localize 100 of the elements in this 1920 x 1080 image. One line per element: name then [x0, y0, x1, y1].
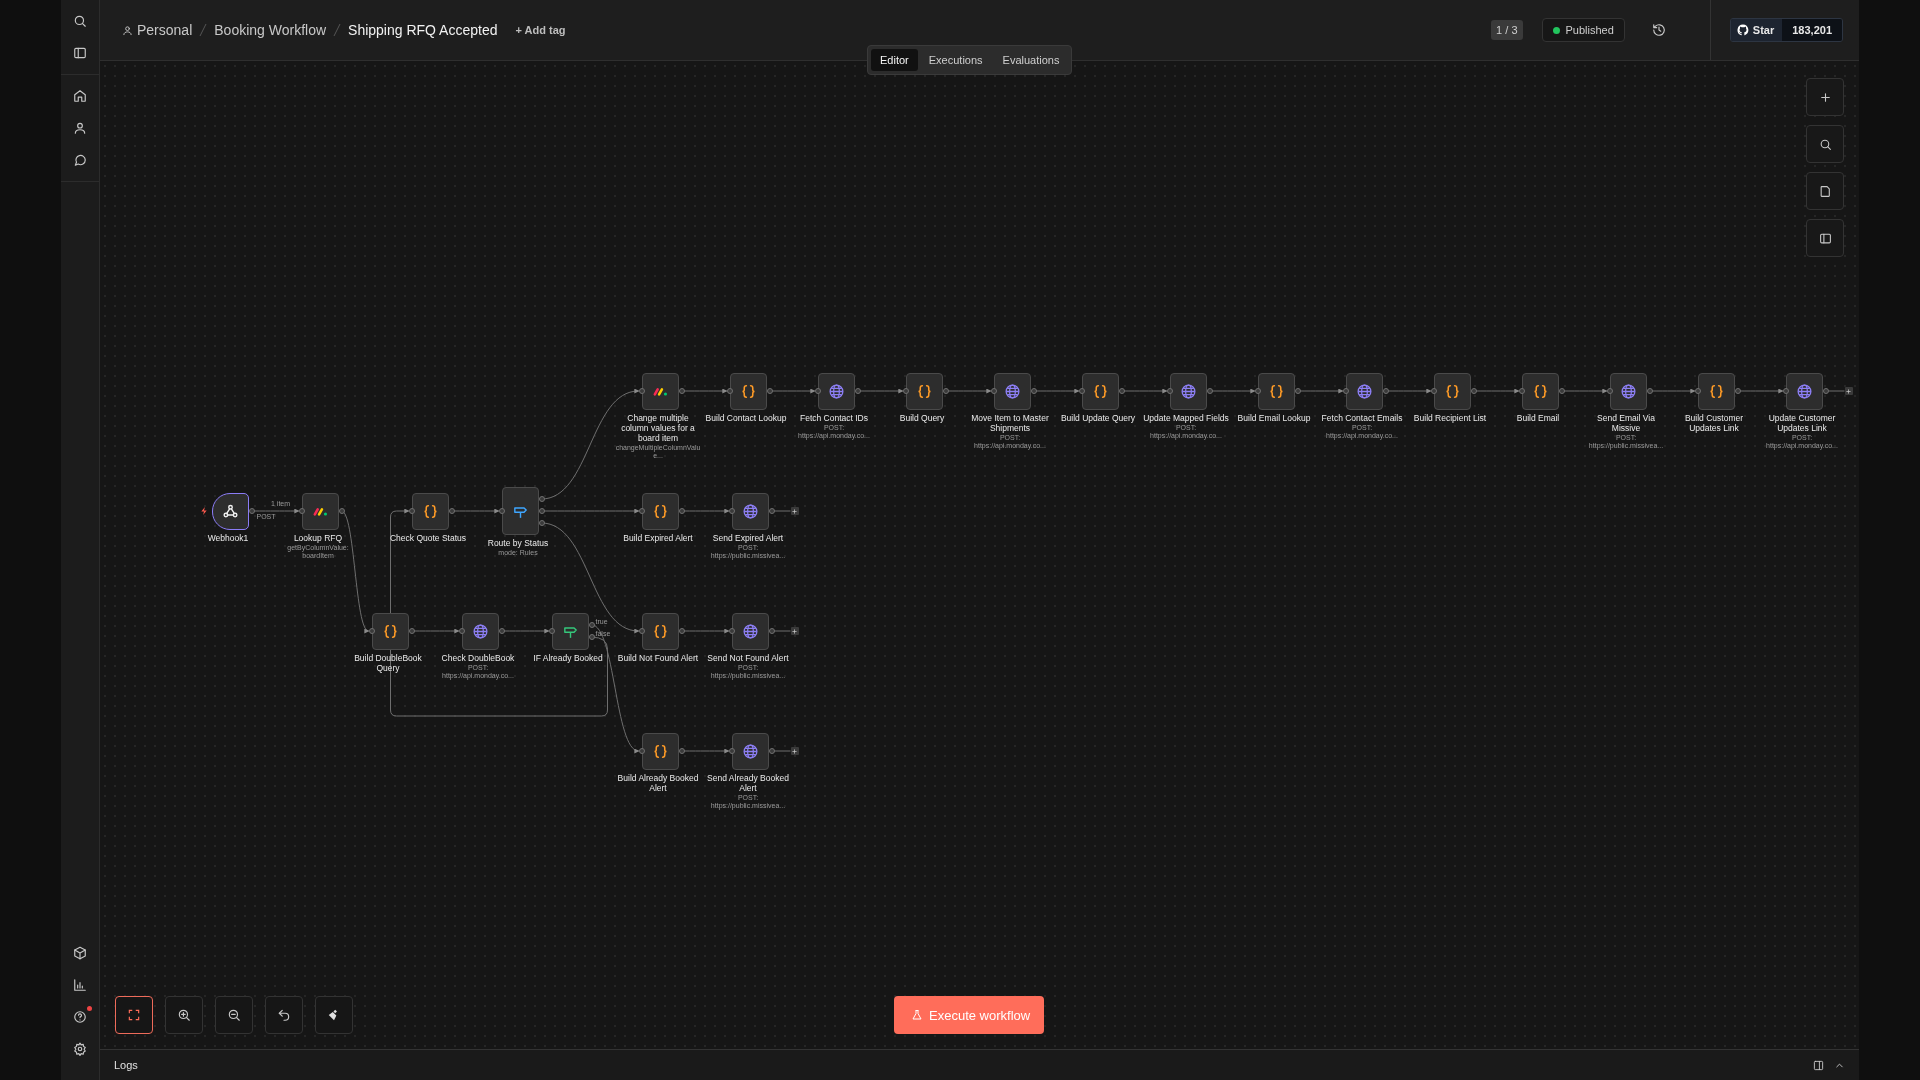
- cube-icon[interactable]: [73, 946, 87, 960]
- workflow-node[interactable]: [731, 492, 769, 530]
- workflow-node[interactable]: [1433, 372, 1471, 410]
- add-node-button[interactable]: [1806, 78, 1844, 116]
- workflow-node[interactable]: [461, 612, 499, 650]
- workflow-node[interactable]: [1785, 372, 1823, 410]
- workflow-node[interactable]: [1609, 372, 1647, 410]
- add-tag-link[interactable]: + Add tag: [515, 24, 566, 36]
- connection-port[interactable]: [942, 388, 949, 394]
- connection-port[interactable]: [1342, 388, 1349, 394]
- connection-port[interactable]: [1518, 388, 1525, 394]
- status-badge[interactable]: Published: [1541, 18, 1625, 42]
- connection-port[interactable]: [726, 388, 733, 394]
- workflow-node[interactable]: [1169, 372, 1207, 410]
- connection-port[interactable]: [678, 748, 685, 754]
- chat-icon[interactable]: [73, 153, 87, 167]
- workflow-node[interactable]: [211, 492, 249, 530]
- connection-port[interactable]: [728, 628, 735, 634]
- breadcrumb-link[interactable]: Personal: [122, 22, 193, 38]
- panel-layout-icon[interactable]: [1813, 1059, 1824, 1071]
- tab[interactable]: Editor: [871, 49, 918, 71]
- workflow-node[interactable]: [641, 732, 679, 770]
- connection-port[interactable]: [768, 748, 775, 754]
- connection-port[interactable]: [458, 628, 465, 634]
- add-node-button[interactable]: [790, 627, 799, 635]
- connection-port[interactable]: [1646, 388, 1653, 394]
- connection-port[interactable]: [728, 508, 735, 514]
- workflow-node[interactable]: [1697, 372, 1735, 410]
- connection-port[interactable]: [1078, 388, 1085, 394]
- tab[interactable]: Executions: [919, 49, 992, 71]
- connection-port[interactable]: [638, 628, 645, 634]
- connection-port[interactable]: [498, 508, 505, 514]
- breadcrumb-link[interactable]: Booking Workflow: [214, 22, 327, 38]
- connection-port[interactable]: [638, 388, 645, 394]
- zoom-out-button[interactable]: [215, 996, 253, 1034]
- bar-chart-icon[interactable]: [73, 978, 87, 992]
- search-button[interactable]: [1806, 125, 1844, 163]
- tab[interactable]: Evaluations: [993, 49, 1069, 71]
- sticky-note-button[interactable]: [1806, 172, 1844, 210]
- connection-port[interactable]: [408, 628, 415, 634]
- settings-icon[interactable]: [73, 1042, 87, 1056]
- connection-port[interactable]: [448, 508, 455, 514]
- connection-port[interactable]: [1606, 388, 1613, 394]
- connection-port[interactable]: [248, 508, 255, 514]
- connection-port[interactable]: [766, 388, 773, 394]
- workflow-name[interactable]: Shipping RFQ Accepted: [348, 22, 498, 38]
- connection-port[interactable]: [1694, 388, 1701, 394]
- connection-port[interactable]: [1382, 388, 1389, 394]
- connection-port[interactable]: [1206, 388, 1213, 394]
- add-node-button[interactable]: [1844, 387, 1853, 395]
- connection-port[interactable]: [728, 748, 735, 754]
- connection-port[interactable]: [814, 388, 821, 394]
- tidy-up-button[interactable]: [315, 996, 353, 1034]
- connection-port[interactable]: [638, 748, 645, 754]
- connection-port[interactable]: [678, 388, 685, 394]
- connection-port[interactable]: [990, 388, 997, 394]
- connection-port[interactable]: [1166, 388, 1173, 394]
- search-icon[interactable]: [73, 14, 87, 28]
- fit-view-button[interactable]: [115, 996, 153, 1034]
- workflow-node[interactable]: [301, 492, 339, 530]
- workflow-node[interactable]: [551, 612, 589, 650]
- connection-port[interactable]: [768, 508, 775, 514]
- workflow-node[interactable]: [817, 372, 855, 410]
- connection-port[interactable]: [1558, 388, 1565, 394]
- connection-port[interactable]: [368, 628, 375, 634]
- connection-port[interactable]: [902, 388, 909, 394]
- workflow-node[interactable]: [501, 487, 539, 535]
- workflow-node[interactable]: [729, 372, 767, 410]
- connection-port[interactable]: [1822, 388, 1829, 394]
- workflow-node[interactable]: [993, 372, 1031, 410]
- undo-button[interactable]: [265, 996, 303, 1034]
- workflow-node[interactable]: [641, 612, 679, 650]
- connection-port[interactable]: [678, 628, 685, 634]
- connection-port[interactable]: [298, 508, 305, 514]
- github-star-button[interactable]: Star: [1730, 19, 1783, 41]
- workflow-node[interactable]: [371, 612, 409, 650]
- workflow-node[interactable]: [641, 492, 679, 530]
- add-node-button[interactable]: [790, 507, 799, 515]
- connection-port[interactable]: [678, 508, 685, 514]
- zoom-in-button[interactable]: [165, 996, 203, 1034]
- workflow-node[interactable]: [731, 732, 769, 770]
- connection-port[interactable]: [338, 508, 345, 514]
- connection-port[interactable]: [498, 628, 505, 634]
- connection-port[interactable]: [548, 628, 555, 634]
- workflow-node[interactable]: [641, 372, 679, 410]
- connection-port[interactable]: [1294, 388, 1301, 394]
- panel-toggle-button[interactable]: [1806, 219, 1844, 257]
- connection-port[interactable]: [1734, 388, 1741, 394]
- help-icon[interactable]: [73, 1010, 87, 1024]
- connection-port[interactable]: [1470, 388, 1477, 394]
- add-node-button[interactable]: [790, 747, 799, 755]
- connection-port[interactable]: [1118, 388, 1125, 394]
- connection-port[interactable]: [854, 388, 861, 394]
- workflow-node[interactable]: [905, 372, 943, 410]
- workflow-node[interactable]: [731, 612, 769, 650]
- connection-port[interactable]: [1254, 388, 1261, 394]
- person-icon[interactable]: [73, 121, 87, 135]
- connection-port[interactable]: [638, 508, 645, 514]
- connection-port[interactable]: [408, 508, 415, 514]
- connection-port[interactable]: [1430, 388, 1437, 394]
